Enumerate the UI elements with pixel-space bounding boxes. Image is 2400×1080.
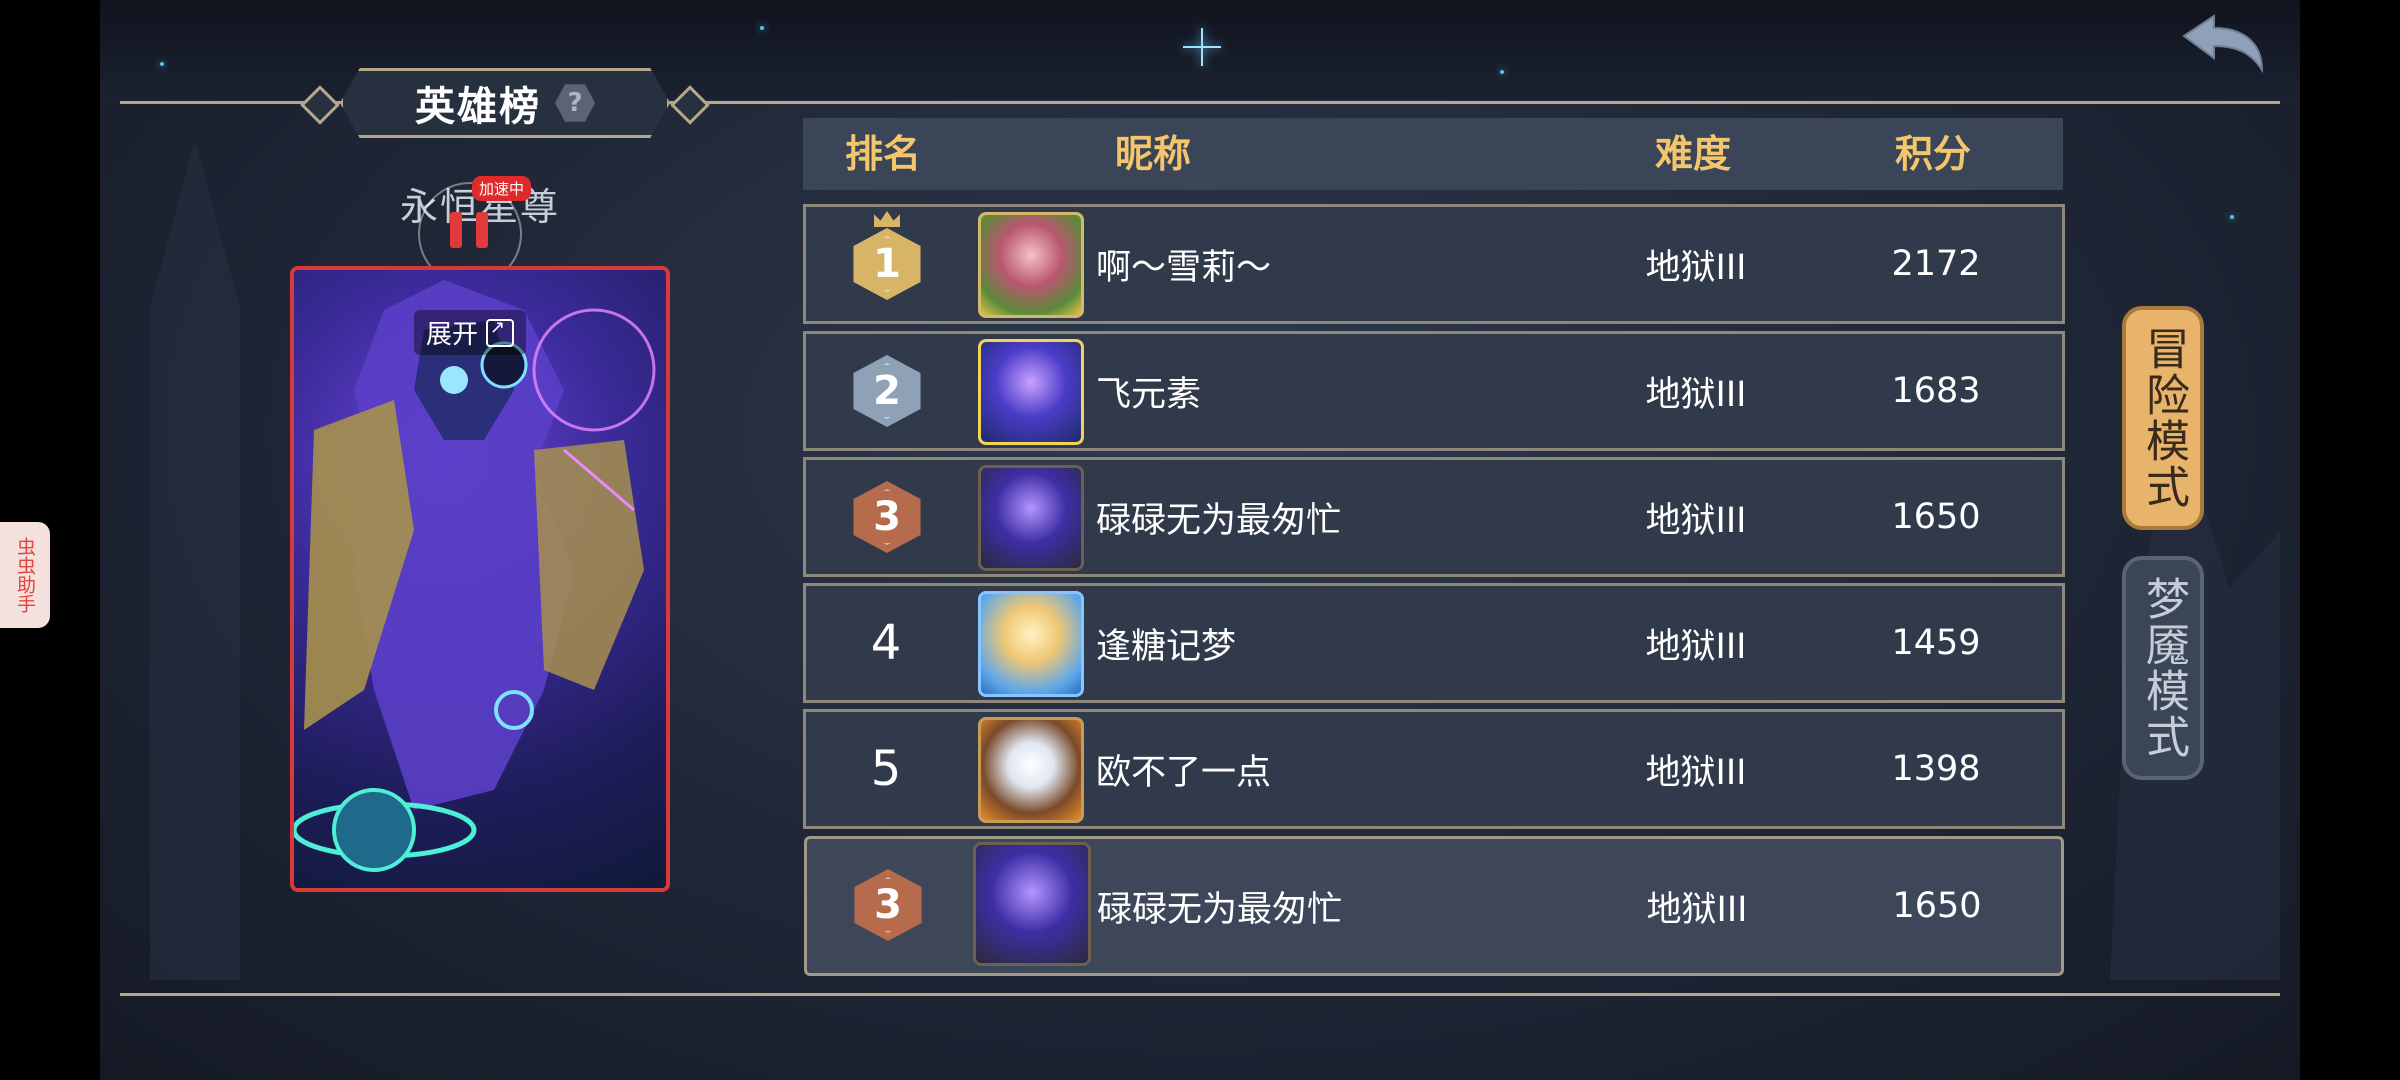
table-row[interactable]: 2 飞元素 地狱III 1683	[803, 331, 2065, 451]
table-header: 排名 昵称 难度 积分	[803, 118, 2063, 190]
rank-medal-bronze: 3	[853, 481, 921, 553]
player-avatar[interactable]	[978, 591, 1084, 697]
player-nickname: 飞元素	[1096, 374, 1202, 415]
my-avatar[interactable]	[973, 842, 1091, 966]
table-row[interactable]: 5 欧不了一点 地狱III 1398	[803, 709, 2065, 829]
player-difficulty: 地狱III	[1645, 247, 1747, 288]
table-row[interactable]: 4 逢糖记梦 地狱III 1459	[803, 583, 2065, 703]
leaderboard-screen: 英雄榜 ? 永恒星尊 加速中 展开 排名 昵称 难度 积	[100, 0, 2300, 1080]
player-score: 2172	[1891, 244, 1981, 284]
player-score: 1683	[1891, 371, 1981, 411]
player-difficulty: 地狱III	[1645, 626, 1747, 667]
player-nickname: 逢糖记梦	[1096, 626, 1237, 667]
my-nickname: 碌碌无为最匆忙	[1097, 889, 1343, 930]
back-arrow-icon[interactable]	[2180, 14, 2266, 74]
my-difficulty: 地狱III	[1646, 889, 1748, 930]
hero-portrait-card[interactable]: 展开	[290, 266, 670, 892]
star-decor	[2230, 215, 2234, 219]
ruin-decor	[150, 140, 240, 980]
player-nickname: 欧不了一点	[1096, 752, 1272, 793]
tab-adventure-mode[interactable]: 冒险模式	[2122, 306, 2204, 530]
player-avatar[interactable]	[978, 212, 1084, 318]
helper-label: 虫虫助手	[14, 537, 36, 613]
tab-nightmare-mode[interactable]: 梦魇模式	[2122, 556, 2204, 780]
expand-icon	[486, 317, 515, 347]
player-nickname: 啊～雪莉～	[1096, 247, 1272, 288]
player-score: 1398	[1891, 749, 1981, 789]
helper-side-tab[interactable]: 虫虫助手	[0, 522, 50, 628]
tab-nightmare-mode-label: 梦魇模式	[2138, 576, 2189, 760]
rank-medal-gold: 1	[853, 228, 921, 300]
column-header-difficulty: 难度	[1654, 132, 1731, 176]
column-header-score: 积分	[1894, 132, 1971, 176]
player-score: 1459	[1891, 623, 1981, 663]
star-decor	[160, 62, 164, 66]
player-nickname: 碌碌无为最匆忙	[1096, 500, 1342, 541]
rank-medal-bronze: 3	[854, 869, 922, 941]
player-difficulty: 地狱III	[1645, 752, 1747, 793]
my-score: 1650	[1892, 886, 1982, 926]
player-avatar[interactable]	[978, 339, 1084, 445]
tab-adventure-mode-label: 冒险模式	[2138, 326, 2189, 510]
player-score: 1650	[1891, 497, 1981, 537]
bottom-divider	[120, 993, 2280, 996]
star-decor	[760, 26, 764, 30]
rank-number: 5	[870, 741, 902, 797]
rank-number: 4	[870, 615, 902, 671]
column-header-nickname: 昵称	[1114, 132, 1191, 176]
leaderboard-title-badge: 英雄榜 ?	[300, 68, 710, 138]
crown-icon	[874, 211, 900, 227]
player-avatar[interactable]	[978, 465, 1084, 571]
sparkle-decor	[1183, 28, 1221, 66]
table-row[interactable]: 1 啊～雪莉～ 地狱III 2172	[803, 204, 2065, 324]
player-difficulty: 地狱III	[1645, 500, 1747, 541]
speed-badge: 加速中	[472, 176, 532, 201]
player-difficulty: 地狱III	[1645, 374, 1747, 415]
my-rank-row[interactable]: 3 碌碌无为最匆忙 地狱III 1650	[804, 836, 2064, 976]
rank-medal-silver: 2	[853, 355, 921, 427]
expand-label: 展开	[426, 320, 479, 350]
hero-portrait	[294, 280, 656, 872]
table-row[interactable]: 3 碌碌无为最匆忙 地狱III 1650	[803, 457, 2065, 577]
page-title: 英雄榜	[415, 84, 541, 130]
star-decor	[1500, 70, 1504, 74]
expand-button[interactable]: 展开	[414, 310, 527, 355]
column-header-rank: 排名	[844, 132, 921, 176]
player-avatar[interactable]	[978, 717, 1084, 823]
